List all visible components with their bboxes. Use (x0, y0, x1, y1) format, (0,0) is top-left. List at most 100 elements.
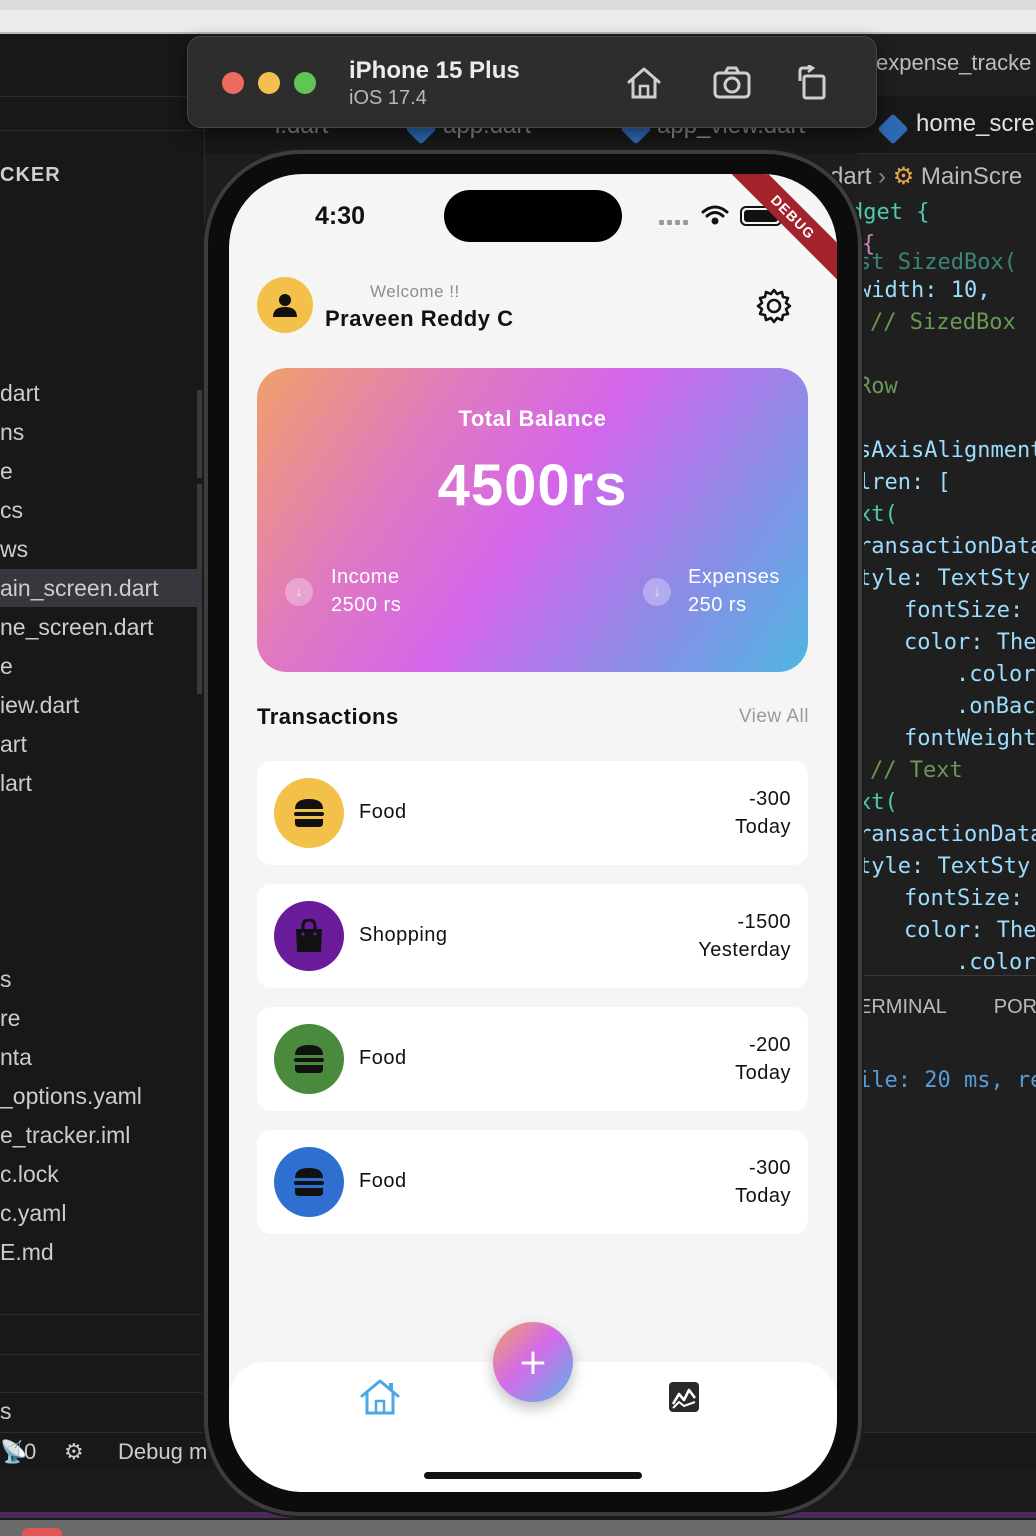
transaction-item[interactable]: Shopping -1500 Yesterday (257, 884, 808, 988)
window-title: expense_tracke (876, 50, 1032, 75)
dynamic-island (444, 190, 622, 242)
explorer-file[interactable]: lart (0, 764, 205, 802)
transaction-date: Today (735, 1062, 791, 1084)
close-window-button[interactable] (222, 72, 244, 94)
stats-chart-icon (669, 1382, 699, 1412)
burger-icon (294, 1168, 324, 1196)
panel-tabs: ERMINAL PORT (858, 996, 1036, 1019)
transaction-name: Shopping (359, 924, 448, 946)
person-icon (273, 294, 297, 317)
transaction-amount: -300 (748, 788, 791, 810)
outline-section[interactable]: s (0, 1392, 205, 1430)
breadcrumb[interactable]: dart › ⚙ MainScre (830, 162, 1022, 191)
home-icon (360, 1379, 400, 1415)
explorer-file[interactable]: c.lock (0, 1155, 205, 1193)
transaction-item[interactable]: Food -200 Today (257, 1007, 808, 1111)
transaction-date: Yesterday (698, 939, 791, 961)
simulator-device-name: iPhone 15 Plus (349, 57, 520, 84)
transaction-item[interactable]: Food -300 Today (257, 761, 808, 865)
explorer-file[interactable]: c.yaml (0, 1194, 205, 1232)
explorer-file[interactable]: nta (0, 1038, 205, 1076)
explorer-file[interactable]: iew.dart (0, 686, 205, 724)
home-indicator[interactable] (424, 1472, 642, 1479)
minimize-window-button[interactable] (258, 72, 280, 94)
app-screen: 4:30 DEBUG Welcome !! Praveen Reddy C To… (229, 174, 837, 1492)
explorer-file[interactable]: dart (0, 374, 205, 412)
explorer-file[interactable]: cs (0, 491, 205, 529)
explorer-file[interactable]: E.md (0, 1233, 205, 1271)
expenses-label: Expenses (688, 566, 780, 588)
view-all-link[interactable]: View All (739, 706, 809, 728)
plus-icon: + (517, 1341, 549, 1383)
code-line: fontWeight (904, 726, 1036, 751)
code-line: ransactionData (858, 822, 1036, 847)
explorer-file[interactable]: e (0, 647, 205, 685)
explorer-project-title: CKER (0, 164, 61, 186)
explorer-file[interactable]: ns (0, 413, 205, 451)
code-line: // Text (870, 758, 963, 783)
transaction-icon-circle (274, 1024, 344, 1094)
macos-menubar-edge (0, 0, 1036, 34)
income-value: 2500 rs (331, 594, 402, 616)
transaction-icon-circle (274, 901, 344, 971)
editor-active-tab[interactable]: home_scre (916, 110, 1035, 138)
debug-mode-label[interactable]: Debug m (118, 1439, 207, 1465)
code-line: .colorS (956, 950, 1036, 975)
cellular-signal-icon (659, 220, 688, 225)
explorer-file[interactable]: art (0, 725, 205, 763)
ide-explorer-sidebar: CKER dart ns e cs ws ain_screen.dart ne_… (0, 34, 205, 1508)
user-name: Praveen Reddy C (325, 306, 514, 331)
wifi-icon (701, 205, 729, 225)
income-arrow-down-icon: ↓ (285, 578, 313, 606)
rotate-icon (798, 65, 826, 100)
explorer-file[interactable]: e_tracker.iml (0, 1116, 205, 1154)
code-line: color: Them (904, 630, 1036, 655)
explorer-file[interactable]: ne_screen.dart (0, 608, 205, 646)
explorer-file[interactable]: ws (0, 530, 205, 568)
nav-home-button[interactable] (359, 1378, 401, 1416)
code-line: ransactionData (858, 534, 1036, 559)
transaction-date: Today (735, 816, 791, 838)
nav-stats-button[interactable] (667, 1380, 701, 1414)
add-transaction-button[interactable]: + (493, 1322, 573, 1402)
shopping-bag-icon (296, 919, 322, 952)
code-line: color: Them (904, 918, 1036, 943)
code-line: fontSize: 1 (904, 886, 1036, 911)
zoom-window-button[interactable] (294, 72, 316, 94)
code-line: xt( (858, 790, 898, 815)
tab-ports[interactable]: PORT (994, 996, 1036, 1018)
explorer-file[interactable]: e (0, 452, 205, 490)
ports-count[interactable]: 0 (24, 1439, 36, 1465)
code-line: .onBack (956, 694, 1036, 719)
transaction-item[interactable]: Food -300 Today (257, 1130, 808, 1234)
simulator-os-version: iOS 17.4 (349, 87, 427, 109)
code-line: .colorS (956, 662, 1036, 687)
transaction-amount: -300 (748, 1157, 791, 1179)
home-icon (627, 67, 661, 99)
explorer-file[interactable]: s (0, 960, 205, 998)
settings-button[interactable] (754, 286, 794, 326)
burger-icon (294, 799, 324, 827)
debug-icon[interactable]: ⚙ (64, 1439, 84, 1465)
home-button[interactable] (622, 61, 666, 105)
breadcrumb-symbol[interactable]: MainScre (921, 163, 1022, 190)
transaction-amount: -1500 (737, 911, 791, 933)
rotate-button[interactable] (790, 61, 834, 105)
transaction-icon-circle (274, 778, 344, 848)
burger-icon (294, 1045, 324, 1073)
tab-terminal[interactable]: ERMINAL (858, 996, 946, 1018)
explorer-file[interactable]: re (0, 999, 205, 1037)
total-balance-card: Total Balance 4500rs ↓ Income 2500 rs ↓ … (257, 368, 808, 672)
balance-amount: 4500rs (437, 453, 628, 518)
avatar[interactable] (257, 277, 313, 333)
screenshot-button[interactable] (710, 61, 754, 105)
transaction-name: Food (359, 1170, 407, 1192)
class-symbol-icon: ⚙ (892, 163, 915, 190)
transaction-name: Food (359, 801, 407, 823)
explorer-file[interactable]: _options.yaml (0, 1077, 205, 1115)
transaction-name: Food (359, 1047, 407, 1069)
transaction-icon-circle (274, 1147, 344, 1217)
code-line: lren: [ (858, 470, 951, 495)
code-line: st SizedBox( (858, 250, 1017, 275)
explorer-file-active[interactable]: ain_screen.dart (0, 569, 205, 607)
